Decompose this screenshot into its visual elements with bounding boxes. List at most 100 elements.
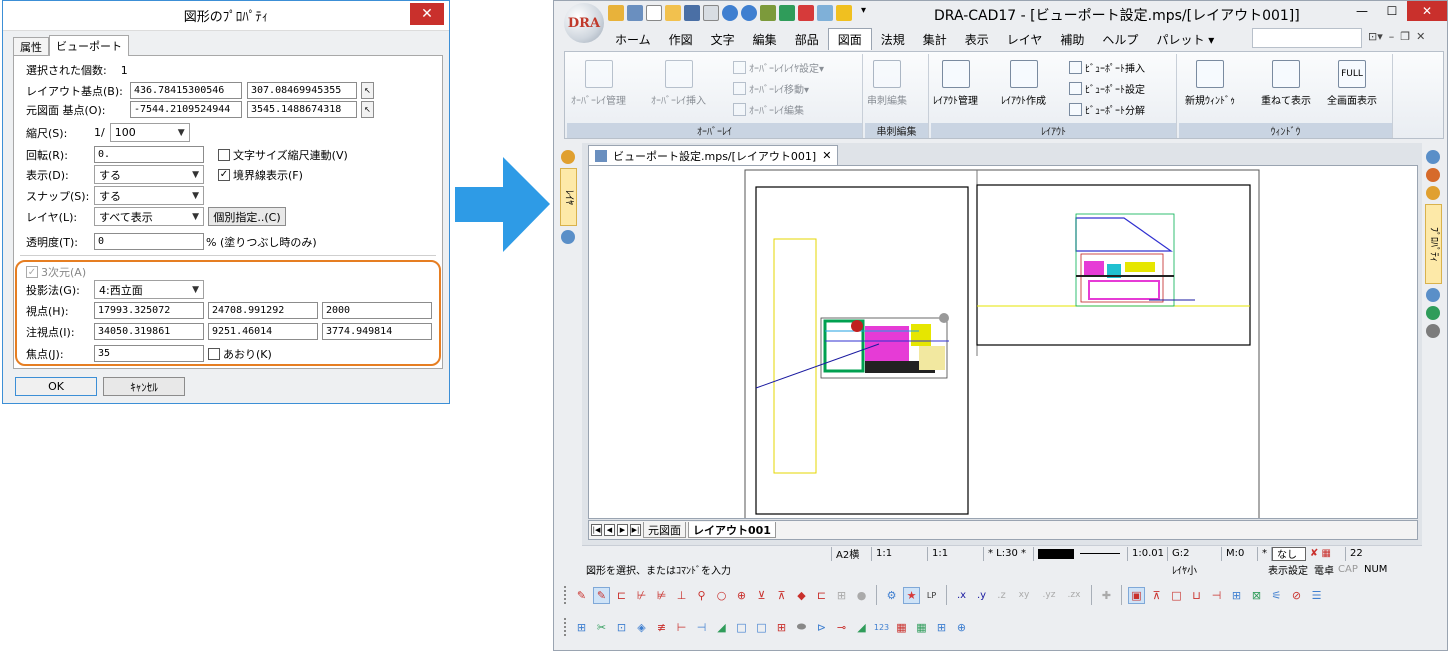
mdi-restore-icon[interactable]: ❐	[1400, 30, 1410, 43]
qat-dropdown-icon[interactable]: ▾	[861, 5, 866, 21]
palette-icon[interactable]	[1426, 168, 1440, 182]
edit-icon[interactable]: □	[733, 619, 750, 636]
edit-icon[interactable]: ▦	[893, 619, 910, 636]
snap-icon[interactable]: ⊞	[833, 587, 850, 604]
palette-icon[interactable]	[1426, 186, 1440, 200]
edit-icon[interactable]: ⊸	[833, 619, 850, 636]
print-preview-icon[interactable]	[703, 5, 719, 21]
rotate-input[interactable]: 0.	[94, 146, 204, 163]
app-logo[interactable]: DRA	[564, 3, 604, 43]
coord-z-icon[interactable]: .z	[993, 587, 1010, 604]
opacity-input[interactable]: 0	[94, 233, 204, 250]
mdi-minimize-icon[interactable]: –	[1389, 30, 1395, 43]
close-icon[interactable]: ✕	[1407, 1, 1447, 21]
snap-icon[interactable]: ⊕	[733, 587, 750, 604]
menu-layer[interactable]: レイヤ	[998, 28, 1052, 50]
overlay-layer-button[interactable]: ｵｰﾊﾞｰﾚｲﾚｲﾔ設定▾	[733, 60, 824, 75]
restore-icon[interactable]: ⊡▾	[1368, 30, 1383, 43]
coord-yz-icon[interactable]: .yz	[1038, 587, 1060, 604]
viewport-insert-button[interactable]: ﾋﾞｭｰﾎﾟｰﾄ挿入	[1069, 60, 1145, 75]
last-sheet-icon[interactable]: ▶|	[630, 524, 641, 536]
property-panel-tab[interactable]: ﾌﾟﾛﾊﾟﾃｨ	[1425, 204, 1442, 284]
snap-icon[interactable]: ⚲	[693, 587, 710, 604]
edit-icon[interactable]: ⊞	[933, 619, 950, 636]
menu-assist[interactable]: 補助	[1051, 28, 1093, 50]
plus-icon[interactable]: ✚	[1098, 587, 1115, 604]
select-icon[interactable]: ⊘	[1288, 587, 1305, 604]
edit-icon[interactable]: ⊣	[693, 619, 710, 636]
edit-icon[interactable]: 123	[873, 619, 890, 636]
snap-icon[interactable]: ✎	[573, 587, 590, 604]
snap-icon[interactable]: ●	[853, 587, 870, 604]
snap-icon[interactable]: LP	[923, 587, 940, 604]
document-tab[interactable]: ビューポート設定.mps/[レイアウト001] ✕	[588, 145, 839, 165]
coord-xy-icon[interactable]: xy	[1013, 587, 1035, 604]
menu-edit[interactable]: 編集	[744, 28, 786, 50]
layout-manage-button[interactable]: ﾚｲｱｳﾄ管理	[933, 60, 978, 107]
redo-icon[interactable]	[741, 5, 757, 21]
command-search-input[interactable]	[1252, 28, 1362, 48]
menu-parts[interactable]: 部品	[786, 28, 828, 50]
tab-viewport[interactable]: ビューポート	[49, 35, 129, 56]
edit-icon[interactable]: ⊢	[673, 619, 690, 636]
snap-icon[interactable]: ⊭	[653, 587, 670, 604]
viewport-split-button[interactable]: ﾋﾞｭｰﾎﾟｰﾄ分解	[1069, 102, 1145, 117]
snap-icon[interactable]: ⚙	[883, 587, 900, 604]
orig-base-y-input[interactable]: 3545.1488674318	[247, 101, 357, 118]
menu-home[interactable]: ホーム	[606, 28, 660, 50]
menu-drawing[interactable]: 図面	[827, 28, 872, 50]
undo-icon[interactable]	[722, 5, 738, 21]
snap-icon[interactable]: ⊻	[753, 587, 770, 604]
save-icon[interactable]	[684, 5, 700, 21]
tab-attributes[interactable]: 属性	[13, 37, 49, 56]
rectangle-icon[interactable]: □	[1168, 587, 1185, 604]
kushi-edit-button[interactable]: 串刺編集	[867, 60, 907, 107]
palette-icon[interactable]	[1426, 150, 1440, 164]
layout-icon[interactable]	[627, 5, 643, 21]
mdi-close-icon[interactable]: ✕	[1416, 30, 1425, 43]
edit-icon[interactable]: ⊞	[573, 619, 590, 636]
select-icon[interactable]: ⊞	[1228, 587, 1245, 604]
snap-icon[interactable]: ○	[713, 587, 730, 604]
status-linetype[interactable]	[1034, 546, 1128, 561]
status-scale[interactable]: 1:1	[872, 546, 928, 561]
palette-icon[interactable]	[561, 230, 575, 244]
first-sheet-icon[interactable]: |◀	[591, 524, 602, 536]
toolbar-grip[interactable]	[564, 618, 567, 636]
select-icon[interactable]: ⊠	[1248, 587, 1265, 604]
edit-icon[interactable]: ⊕	[953, 619, 970, 636]
edit-icon[interactable]: ⊞	[773, 619, 790, 636]
prev-sheet-icon[interactable]: ◀	[604, 524, 615, 536]
viewport-setting-button[interactable]: ﾋﾞｭｰﾎﾟｰﾄ設定	[1069, 81, 1145, 96]
layer-select[interactable]: すべて表示 ▼	[94, 207, 204, 226]
edit-icon[interactable]: ✂	[593, 619, 610, 636]
status-tools-icon[interactable]: ✘ ▦	[1306, 546, 1346, 561]
sheet-tab-layout001[interactable]: レイアウト001	[688, 522, 776, 538]
grid-icon[interactable]	[608, 5, 624, 21]
edit-icon[interactable]: ⬬	[793, 619, 810, 636]
cascade-button[interactable]: 重ねて表示	[1261, 60, 1311, 107]
snap-icon[interactable]: ⊼	[773, 587, 790, 604]
record-icon[interactable]	[798, 5, 814, 21]
status-star[interactable]: *	[1258, 546, 1272, 561]
border-display-checkbox[interactable]: ✓	[218, 168, 230, 181]
coord-y-icon[interactable]: .y	[973, 587, 990, 604]
status-group[interactable]: G:2	[1168, 546, 1222, 561]
edit-icon[interactable]: ◈	[633, 619, 650, 636]
search-icon[interactable]	[817, 5, 833, 21]
toolbar-grip[interactable]	[564, 586, 567, 604]
menu-palette[interactable]: パレット ▾	[1147, 28, 1223, 50]
ok-button[interactable]: OK	[15, 377, 97, 396]
menu-view[interactable]: 表示	[956, 28, 998, 50]
status-ratio[interactable]: 1:0.01	[1128, 546, 1168, 561]
status-calculator[interactable]: 電卓	[1314, 562, 1338, 577]
new-window-button[interactable]: 新規ｳｨﾝﾄﾞｩ	[1185, 60, 1235, 107]
close-tab-icon[interactable]: ✕	[822, 149, 831, 162]
menu-help[interactable]: ヘルプ	[1093, 28, 1147, 50]
close-icon[interactable]: ✕	[410, 3, 444, 25]
palette-icon[interactable]	[1426, 306, 1440, 320]
palette-icon[interactable]	[561, 150, 575, 164]
edit-icon[interactable]: ▦	[913, 619, 930, 636]
overlay-insert-button[interactable]: ｵｰﾊﾞｰﾚｲ挿入	[651, 60, 706, 107]
snap-icon[interactable]: ⊬	[633, 587, 650, 604]
